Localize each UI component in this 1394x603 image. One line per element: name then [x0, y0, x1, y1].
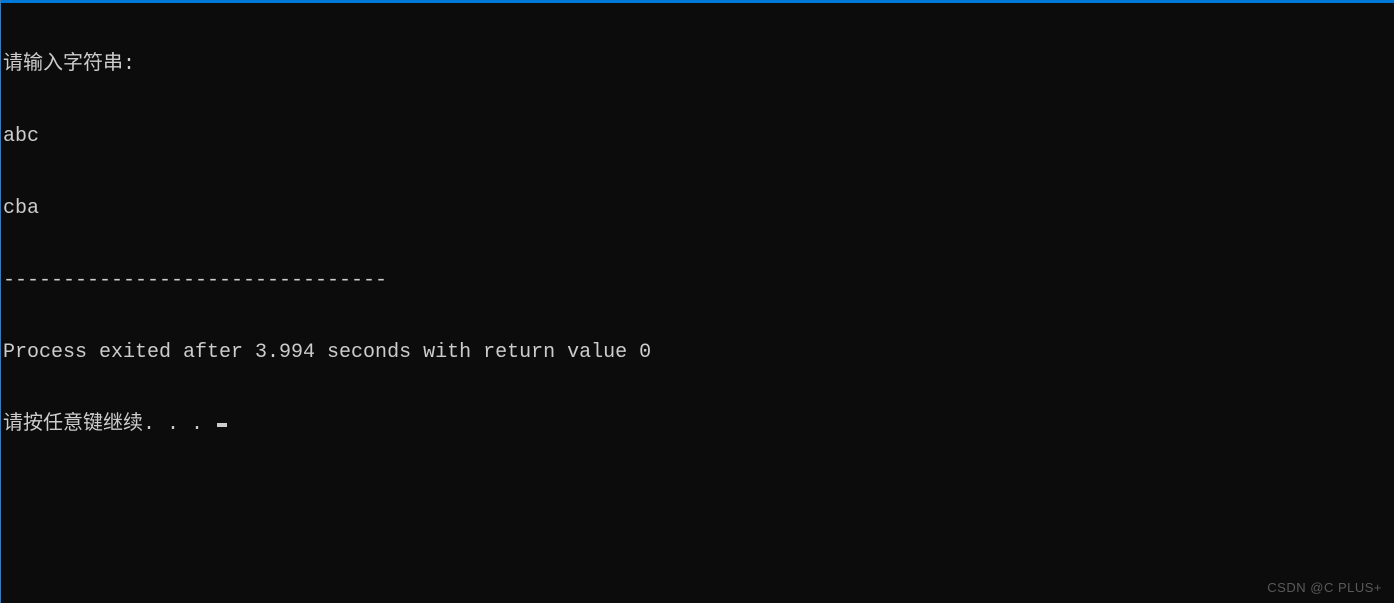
cursor-icon: [217, 423, 227, 427]
console-input-line: abc: [3, 125, 1394, 149]
console-output-area[interactable]: 请输入字符串: abc cba ------------------------…: [1, 3, 1394, 461]
console-continue-prompt-text: 请按任意键继续. . .: [3, 413, 215, 436]
console-prompt-line: 请输入字符串:: [3, 53, 1394, 77]
console-continue-prompt-line: 请按任意键继续. . .: [3, 413, 1394, 437]
console-output-line: cba: [3, 197, 1394, 221]
console-separator-line: --------------------------------: [3, 269, 1394, 293]
console-exit-message: Process exited after 3.994 seconds with …: [3, 341, 1394, 365]
watermark-text: CSDN @C PLUS+: [1267, 580, 1382, 595]
